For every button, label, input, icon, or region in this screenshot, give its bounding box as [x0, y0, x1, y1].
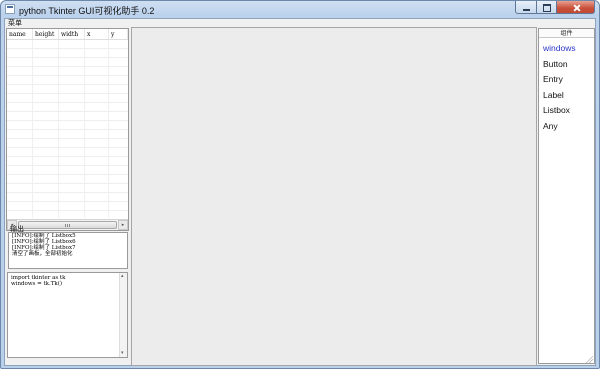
window-title: python Tkinter GUI可视化助手 0.2: [19, 6, 155, 16]
design-canvas[interactable]: [131, 27, 537, 366]
menu-item-menu[interactable]: 菜单: [8, 18, 22, 28]
title-bar[interactable]: python Tkinter GUI可视化助手 0.2: [1, 1, 599, 18]
resize-grip-icon[interactable]: [585, 355, 593, 363]
properties-grid[interactable]: [7, 40, 128, 218]
code-line: windows = tk.Tk(): [11, 281, 63, 287]
horizontal-scrollbar[interactable]: ◂ ▸: [7, 219, 128, 230]
column-header-width[interactable]: width: [59, 29, 85, 39]
maximize-button[interactable]: [537, 1, 557, 14]
column-header-name[interactable]: name: [7, 29, 33, 39]
component-item-entry[interactable]: Entry: [539, 72, 594, 88]
minimize-button[interactable]: [515, 1, 537, 14]
properties-header: name height width x y: [7, 29, 128, 40]
scroll-right-icon[interactable]: ▸: [118, 220, 128, 230]
grip-icon: [65, 224, 71, 227]
close-button[interactable]: [557, 1, 595, 14]
component-item-listbox[interactable]: Listbox: [539, 103, 594, 119]
column-header-x[interactable]: x: [85, 29, 109, 39]
vertical-scrollbar[interactable]: ▴ ▾: [119, 273, 127, 357]
component-item-label[interactable]: Label: [539, 88, 594, 104]
log-line: 清空了画板，全部初始化: [12, 251, 73, 257]
component-item-windows[interactable]: windows: [539, 41, 594, 57]
client-area: 菜单 name height width x y ◂ ▸ 输出 [INFO]:绘…: [4, 18, 596, 366]
column-header-y[interactable]: y: [109, 29, 128, 39]
code-editor[interactable]: import tkinter as tk windows = tk.Tk() ▴…: [7, 272, 128, 358]
components-list[interactable]: windows Button Entry Label Listbox Any: [539, 38, 594, 134]
component-item-button[interactable]: Button: [539, 57, 594, 73]
app-window: python Tkinter GUI可视化助手 0.2 菜单 name heig…: [0, 0, 600, 369]
scroll-up-icon[interactable]: ▴: [121, 274, 124, 279]
component-item-any[interactable]: Any: [539, 119, 594, 135]
scroll-down-icon[interactable]: ▾: [121, 351, 124, 356]
menu-bar: 菜单: [5, 19, 595, 27]
app-icon: [5, 4, 15, 14]
components-header: 组件: [539, 29, 594, 38]
window-controls: [515, 1, 595, 15]
components-panel: 组件 windows Button Entry Label Listbox An…: [538, 28, 595, 364]
column-header-height[interactable]: height: [33, 29, 59, 39]
properties-table[interactable]: name height width x y ◂ ▸: [6, 28, 129, 231]
output-log[interactable]: [INFO]:绘制了 Listbox5 [INFO]:绘制了 Listbox6 …: [8, 232, 128, 269]
scroll-thumb[interactable]: [18, 221, 117, 229]
